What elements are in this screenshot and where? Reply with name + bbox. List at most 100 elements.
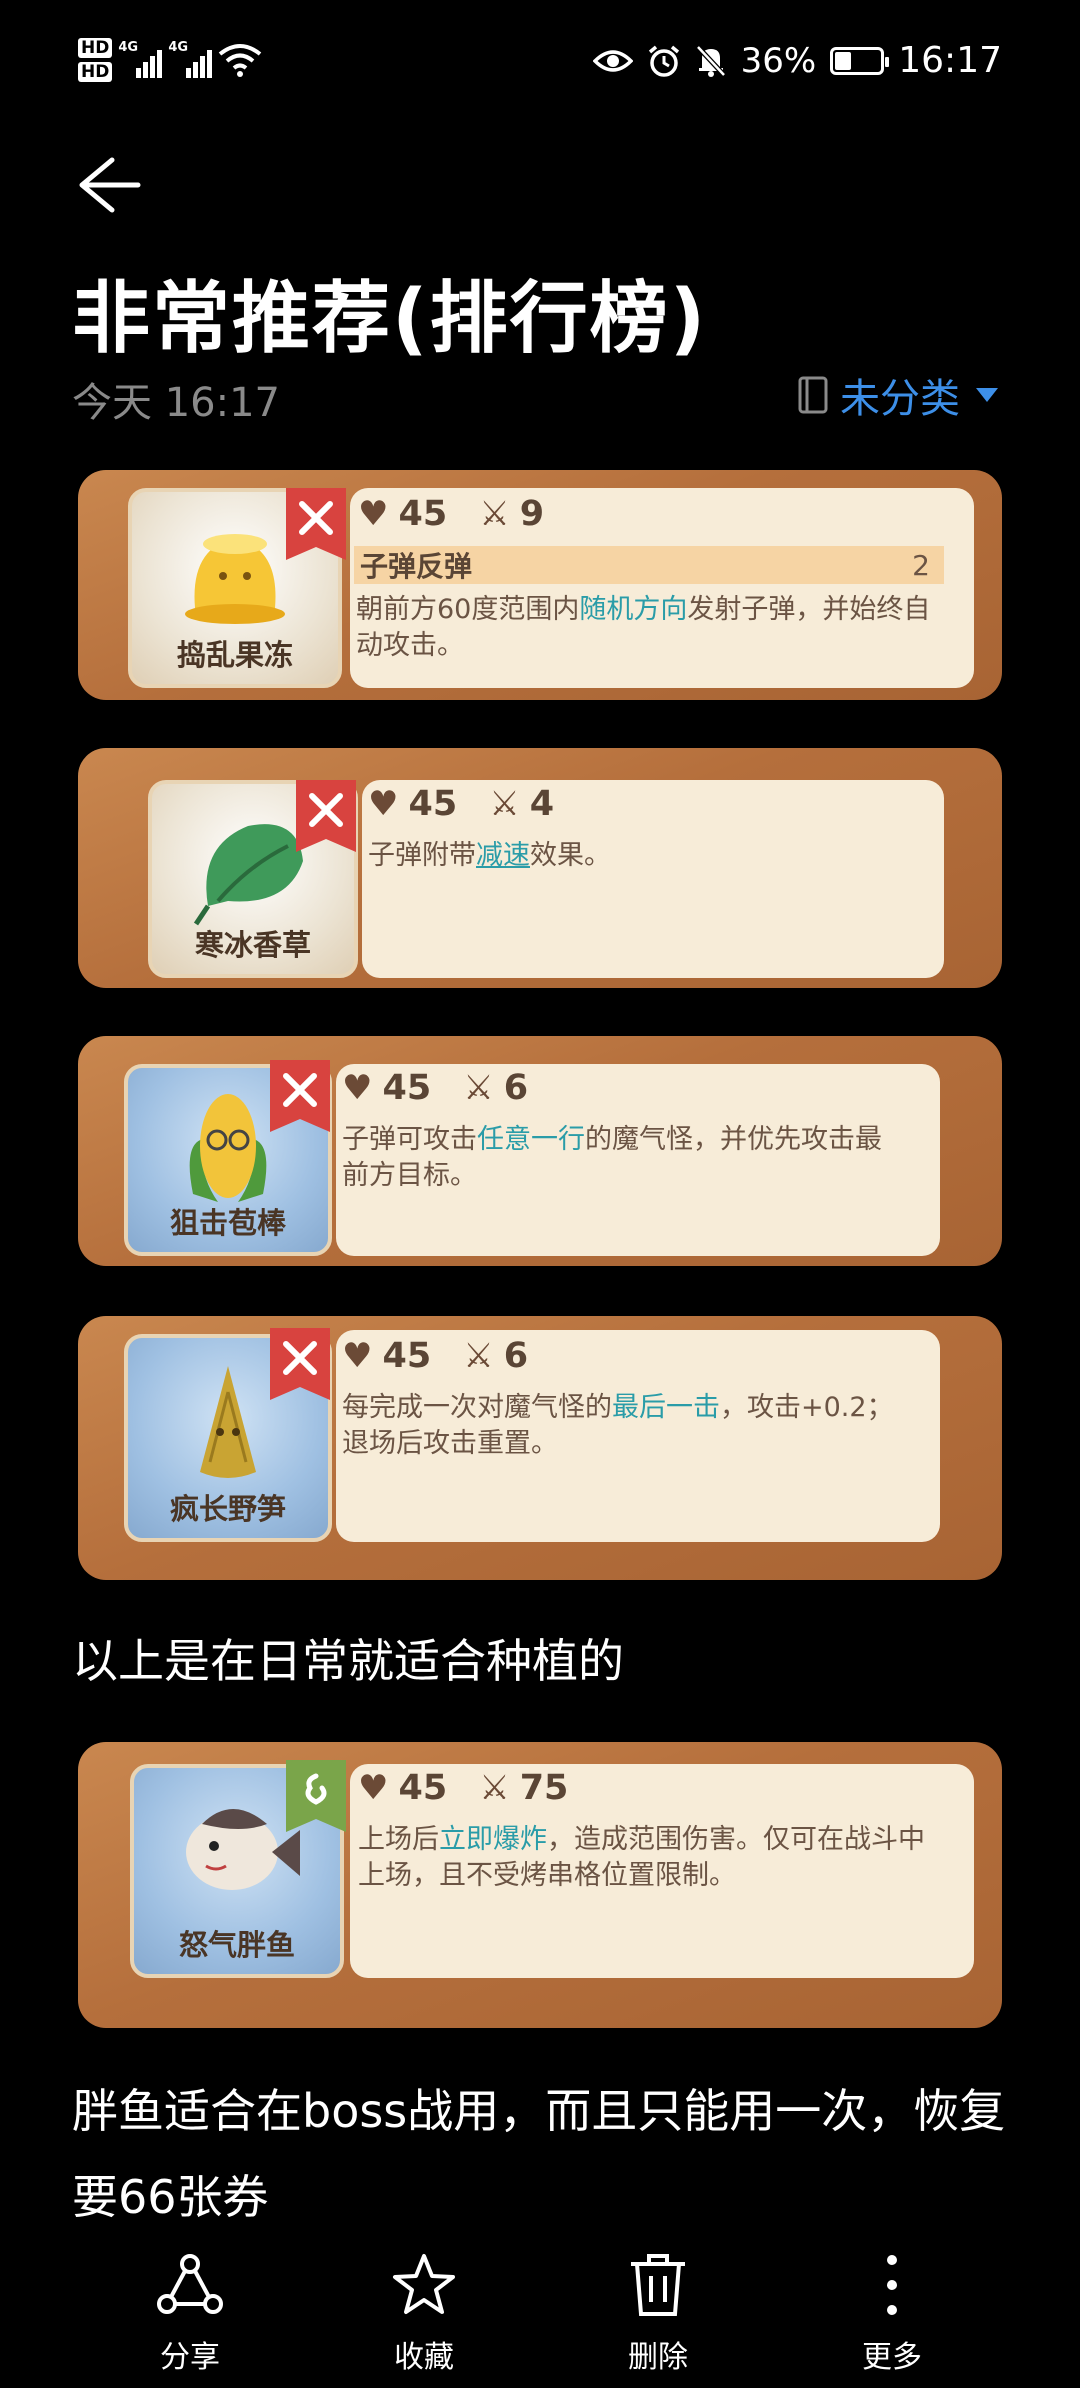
heart-icon: ♥ (358, 1768, 389, 1808)
plant-stats: ♥ 45 ⚔ 6 (342, 1336, 528, 1376)
more-button[interactable]: 更多 (812, 2238, 972, 2376)
star-icon (393, 2254, 455, 2314)
plant-card-jelly[interactable]: 捣乱果冻 ♥ 45 ⚔ 9 子弹反弹 2 朝前方60度范围内随机方向发射子弹，并… (78, 470, 1002, 700)
chevron-down-icon (976, 388, 998, 402)
desc-text: 子弹可攻击 (342, 1124, 477, 1155)
heart-icon: ♥ (368, 784, 399, 824)
plant-name: 捣乱果冻 (176, 638, 293, 672)
plant-name: 寒冰香草 (194, 928, 311, 962)
desc-highlight: 最后一击 (612, 1392, 720, 1423)
desc-text: 朝前方60度范围内 (356, 594, 580, 625)
hd-badge-2: HD (78, 62, 113, 82)
desc-text: 效果。 (530, 840, 611, 871)
plant-hp: 45 (382, 1068, 432, 1108)
desc-highlight: 减速 (476, 840, 530, 871)
share-icon (157, 2254, 223, 2314)
puffer-fish-art-icon (186, 1809, 300, 1890)
mute-bell-icon (695, 44, 726, 77)
plant-stats: ♥ 45 ⚔ 75 (358, 1768, 568, 1808)
signal-sim2-icon: 4G (168, 40, 213, 80)
plant-stats: ♥ 45 ⚔ 4 (368, 784, 554, 824)
plant-description: 朝前方60度范围内随机方向发射子弹，并始终自动攻击。 (356, 592, 946, 664)
signal-sim1-icon: 4G (118, 40, 163, 80)
category-label: 未分类 (840, 376, 960, 422)
more-vertical-icon (887, 2255, 897, 2315)
desc-highlight: 任意一行 (477, 1124, 585, 1155)
plant-card-mint[interactable]: 寒冰香草 ♥ 45 ⚔ 4 子弹附带减速效果。 (78, 748, 1002, 988)
heart-icon: ♥ (342, 1336, 373, 1376)
favorite-label: 收藏 (394, 2340, 454, 2375)
plant-info-panel: ♥ 45 ⚔ 75 上场后立即爆炸，造成范围伤害。仅可在战斗中上场，且不受烤串格… (350, 1764, 974, 1978)
skill-tag-level: 2 (912, 548, 930, 582)
plant-info-panel: ♥ 45 ⚔ 6 子弹可攻击任意一行的魔气怪，并优先攻击最前方目标。 (336, 1064, 940, 1256)
note-date: 今天 16:17 (72, 380, 280, 426)
plant-hp: 45 (398, 494, 448, 534)
plant-stats: ♥ 45 ⚔ 6 (342, 1068, 528, 1108)
note-paragraph-2[interactable]: 胖鱼适合在boss战用，而且只能用一次，恢复要66张券 (72, 2068, 1012, 2240)
plant-card-corn[interactable]: 狙击苞棒 ♥ 45 ⚔ 6 子弹可攻击任意一行的魔气怪，并优先攻击最前方目标。 (78, 1036, 1002, 1266)
share-button[interactable]: 分享 (110, 2238, 270, 2376)
plant-description: 子弹可攻击任意一行的魔气怪，并优先攻击最前方目标。 (342, 1122, 902, 1194)
plant-description: 每完成一次对魔气怪的最后一击，攻击+0.2；退场后攻击重置。 (342, 1390, 902, 1462)
status-bar: HD HD 4G 4G 36% 16:17 (0, 0, 1080, 130)
crossed-swords-icon: ⚔ (489, 784, 520, 824)
back-arrow-icon[interactable] (72, 150, 142, 220)
note-title[interactable]: 非常推荐(排行榜) (72, 256, 707, 368)
desc-text: 每完成一次对魔气怪的 (342, 1392, 612, 1423)
plant-hp: 45 (382, 1336, 432, 1376)
desc-highlight: 立即爆炸 (439, 1824, 547, 1855)
hd-badge-1: HD (78, 38, 113, 58)
heart-icon: ♥ (358, 494, 389, 534)
plant-attack: 9 (519, 494, 545, 534)
crossed-swords-icon: ⚔ (479, 1768, 510, 1808)
plant-attack: 6 (503, 1068, 529, 1108)
category-selector[interactable]: 未分类 (798, 366, 998, 424)
plant-name: 怒气胖鱼 (178, 1928, 295, 1962)
heart-icon: ♥ (342, 1068, 373, 1108)
plant-hp: 45 (408, 784, 458, 824)
plant-attack: 75 (519, 1768, 569, 1808)
favorite-button[interactable]: 收藏 (344, 2238, 504, 2376)
share-label: 分享 (160, 2340, 220, 2375)
battery-level-fill (835, 51, 852, 70)
plant-card-bamboo[interactable]: 疯长野笋 ♥ 45 ⚔ 6 每完成一次对魔气怪的最后一击，攻击+0.2；退场后攻… (78, 1316, 1002, 1580)
skill-tag-label: 子弹反弹 (360, 550, 473, 583)
plant-attack: 4 (529, 784, 555, 824)
delete-label: 删除 (628, 2340, 688, 2375)
notebook-icon (798, 376, 828, 414)
note-paragraph-1[interactable]: 以上是在日常就适合种植的 (72, 1618, 624, 1704)
plant-info-panel: ♥ 45 ⚔ 6 每完成一次对魔气怪的最后一击，攻击+0.2；退场后攻击重置。 (336, 1330, 940, 1542)
delete-button[interactable]: 删除 (578, 2238, 738, 2376)
bamboo-shoot-art-icon (200, 1366, 256, 1478)
alarm-icon (648, 45, 679, 77)
sim2-network-type: 4G (168, 40, 189, 55)
bottom-toolbar: 分享 收藏 删除 更多 (0, 2238, 1080, 2388)
jelly-art-icon (185, 534, 285, 624)
plant-name: 疯长野笋 (169, 1492, 286, 1526)
sim1-network-type: 4G (118, 40, 139, 55)
wifi-icon (219, 44, 262, 77)
crossed-swords-icon: ⚔ (463, 1068, 494, 1108)
crossed-swords-icon: ⚔ (463, 1336, 494, 1376)
plant-name: 狙击苞棒 (169, 1206, 286, 1240)
eye-comfort-icon (592, 49, 633, 72)
plant-stats: ♥ 45 ⚔ 9 (358, 494, 544, 534)
skill-tag: 子弹反弹 2 (354, 546, 944, 584)
battery-icon (830, 46, 890, 75)
plant-attack: 6 (503, 1336, 529, 1376)
more-label: 更多 (862, 2340, 922, 2375)
plant-hp: 45 (398, 1768, 448, 1808)
system-indicators: 36% 16:17 (592, 40, 1002, 81)
plant-card-fish[interactable]: 怒气胖鱼 ♥ 45 ⚔ 75 上场后立即爆炸，造成范围伤害。仅可在战斗中上场，且… (78, 1742, 1002, 2028)
desc-text: 上场后 (358, 1824, 439, 1855)
plant-info-panel: ♥ 45 ⚔ 9 子弹反弹 2 朝前方60度范围内随机方向发射子弹，并始终自动攻… (350, 488, 974, 688)
battery-percentage: 36% (740, 40, 817, 81)
crossed-swords-icon: ⚔ (479, 494, 510, 534)
hd-voice-indicators: HD HD (78, 38, 113, 82)
plant-description: 子弹附带减速效果。 (368, 838, 928, 874)
desc-text: 子弹附带 (368, 840, 476, 871)
plant-description: 上场后立即爆炸，造成范围伤害。仅可在战斗中上场，且不受烤串格位置限制。 (358, 1822, 948, 1894)
desc-highlight: 随机方向 (579, 594, 688, 625)
clock: 16:17 (898, 40, 1002, 81)
network-indicators: HD HD 4G 4G (78, 38, 262, 82)
